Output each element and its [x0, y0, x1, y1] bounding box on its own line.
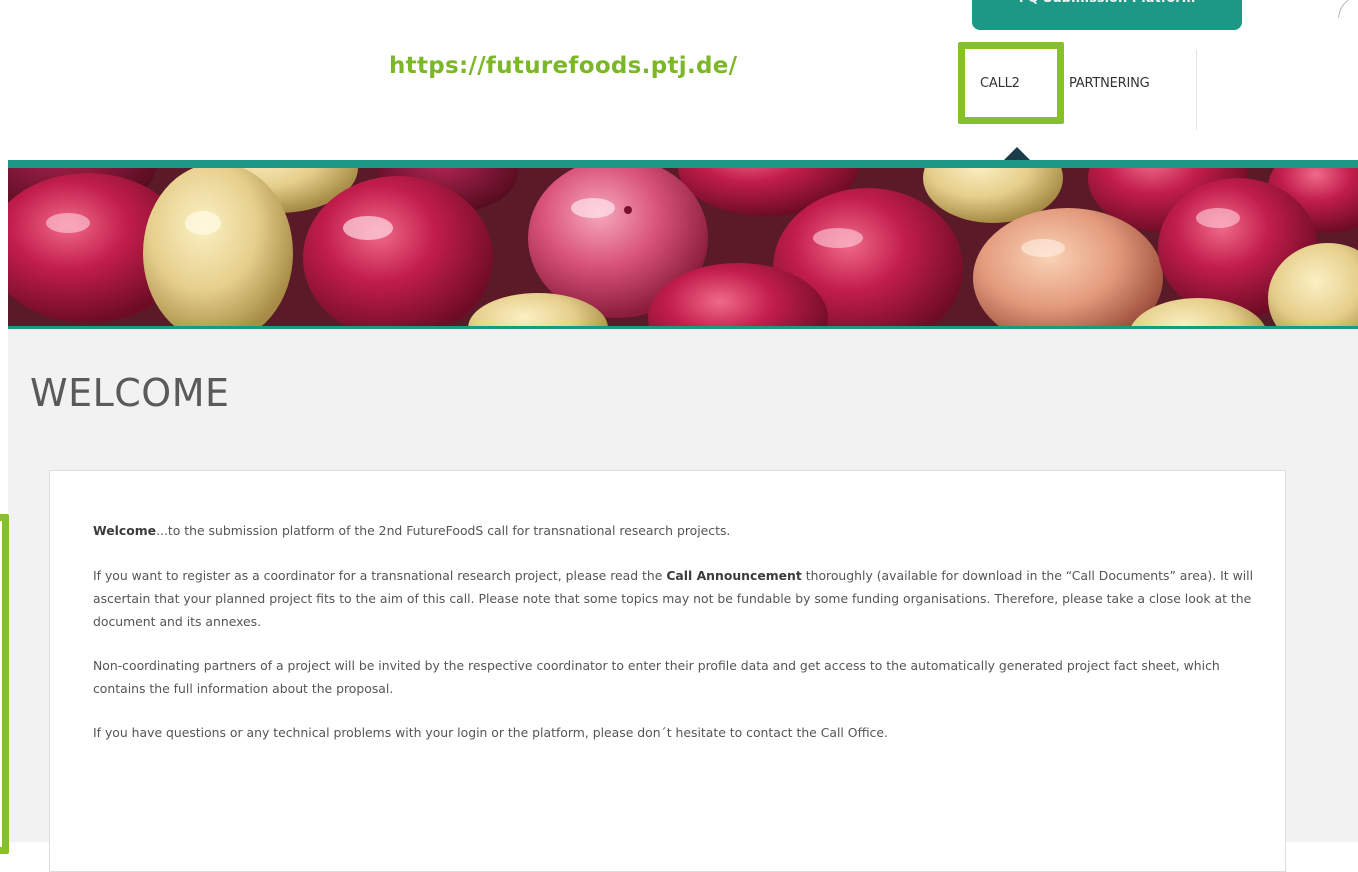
olives-image — [8, 168, 1358, 328]
welcome-card: Welcome...to the submission platform of … — [49, 470, 1286, 872]
corner-decoration — [1337, 0, 1358, 22]
call2-highlight-box — [958, 42, 1064, 124]
welcome-bold: Welcome — [93, 523, 157, 538]
active-nav-indicator — [1004, 147, 1030, 160]
welcome-intro: Welcome...to the submission platform of … — [93, 519, 1263, 542]
para2-before: If you want to register as a coordinator… — [93, 568, 667, 583]
nav-item-partnering[interactable]: PARTNERING — [1069, 76, 1150, 91]
partners-paragraph: Non-coordinating partners of a project w… — [93, 658, 1220, 696]
banner-top-border — [8, 160, 1358, 168]
call-announcement-bold: Call Announcement — [666, 568, 802, 583]
nav-divider — [1196, 50, 1197, 130]
welcome-intro-text: ...to the submission platform of the 2nd… — [156, 523, 731, 538]
contact-paragraph: If you have questions or any technical p… — [93, 725, 888, 740]
main-content: WELCOME Welcome...to the submission plat… — [8, 329, 1358, 872]
platform-badge-label: FQ Submission Platform — [1019, 0, 1196, 12]
hero-banner-olives — [8, 168, 1358, 328]
left-highlight-box — [0, 514, 9, 854]
platform-badge[interactable]: FQ Submission Platform — [972, 0, 1242, 30]
page-title: WELCOME — [30, 371, 230, 415]
url-annotation: https://futurefoods.ptj.de/ — [389, 53, 738, 79]
call-announcement-paragraph: If you want to register as a coordinator… — [93, 564, 1263, 633]
site-header: FQ Submission Platform https://futurefoo… — [0, 0, 1358, 160]
